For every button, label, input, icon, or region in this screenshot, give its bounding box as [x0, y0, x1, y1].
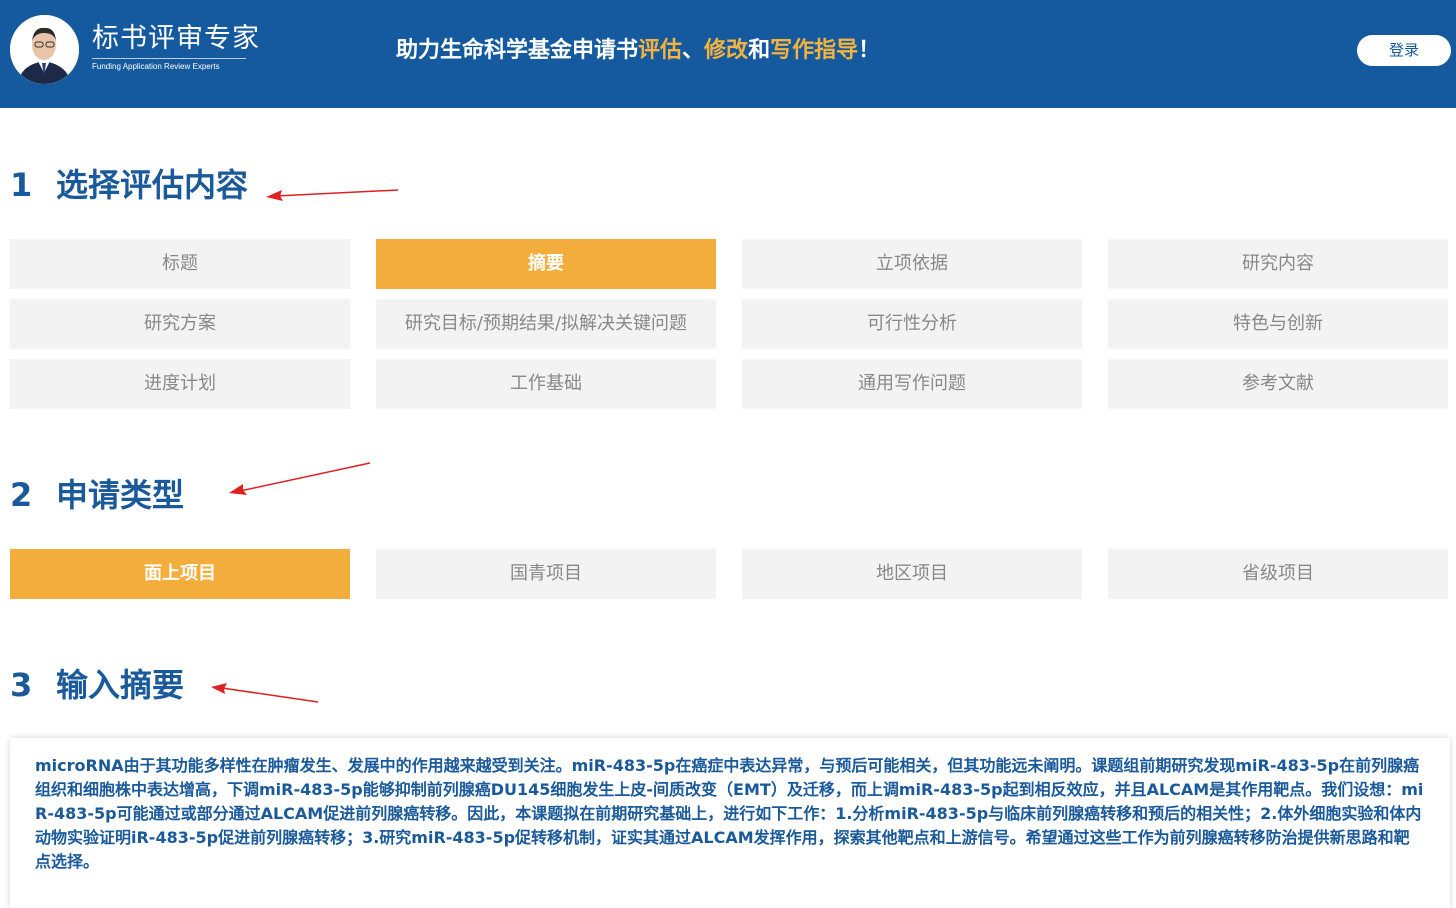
option-feasibility[interactable]: 可行性分析 — [742, 299, 1082, 349]
login-button[interactable]: 登录 — [1357, 35, 1451, 66]
option-abstract[interactable]: 摘要 — [376, 239, 716, 289]
section-number: 3 — [10, 666, 33, 704]
slogan-highlight: 修改 — [704, 38, 749, 63]
slogan-part: 助力生命科学基金申请书 — [396, 38, 639, 63]
slogan-part: ！ — [858, 38, 881, 63]
option-rationale[interactable]: 立项依据 — [742, 239, 1082, 289]
section-2-title: 2 申请类型 — [10, 475, 184, 515]
option-research-plan[interactable]: 研究方案 — [10, 299, 350, 349]
section-1-title: 1 选择评估内容 — [10, 165, 248, 205]
section-label: 输入摘要 — [56, 666, 185, 704]
section-label: 申请类型 — [56, 476, 185, 514]
section-number: 1 — [10, 166, 33, 204]
option-research-goals[interactable]: 研究目标/预期结果/拟解决关键问题 — [376, 299, 716, 349]
section-label: 选择评估内容 — [56, 166, 249, 204]
option-schedule[interactable]: 进度计划 — [10, 359, 350, 409]
option-innovation[interactable]: 特色与创新 — [1108, 299, 1448, 349]
red-arrow-icon — [266, 189, 399, 201]
red-arrow-icon — [211, 683, 319, 703]
brand-divider — [92, 58, 246, 59]
slogan: 助力生命科学基金申请书评估、修改和写作指导！ — [396, 36, 880, 66]
abstract-textarea[interactable]: microRNA由于其功能多样性在肿瘤发生、发展中的作用越来越受到关注。miR-… — [10, 738, 1450, 908]
option-work-foundation[interactable]: 工作基础 — [376, 359, 716, 409]
header-bar: 标书评审专家 Funding Application Review Expert… — [0, 0, 1456, 108]
option-regional-program[interactable]: 地区项目 — [742, 549, 1082, 599]
option-research-content[interactable]: 研究内容 — [1108, 239, 1448, 289]
brand-title: 标书评审专家 — [92, 23, 260, 54]
avatar — [10, 15, 79, 84]
abstract-text[interactable]: microRNA由于其功能多样性在肿瘤发生、发展中的作用越来越受到关注。miR-… — [35, 754, 1425, 874]
slogan-part: 、 — [682, 38, 705, 63]
option-general-program[interactable]: 面上项目 — [10, 549, 350, 599]
section-3-title: 3 输入摘要 — [10, 665, 184, 705]
slogan-part: 和 — [748, 38, 771, 63]
option-references[interactable]: 参考文献 — [1108, 359, 1448, 409]
option-youth-program[interactable]: 国青项目 — [376, 549, 716, 599]
slogan-highlight: 写作指导 — [770, 38, 859, 63]
option-title[interactable]: 标题 — [10, 239, 350, 289]
section-number: 2 — [10, 476, 33, 514]
red-arrow-icon — [229, 462, 371, 495]
option-writing-issues[interactable]: 通用写作问题 — [742, 359, 1082, 409]
slogan-highlight: 评估 — [638, 38, 683, 63]
person-portrait-icon — [10, 15, 79, 84]
option-provincial-program[interactable]: 省级项目 — [1108, 549, 1448, 599]
brand-subtitle: Funding Application Review Experts — [92, 62, 220, 71]
